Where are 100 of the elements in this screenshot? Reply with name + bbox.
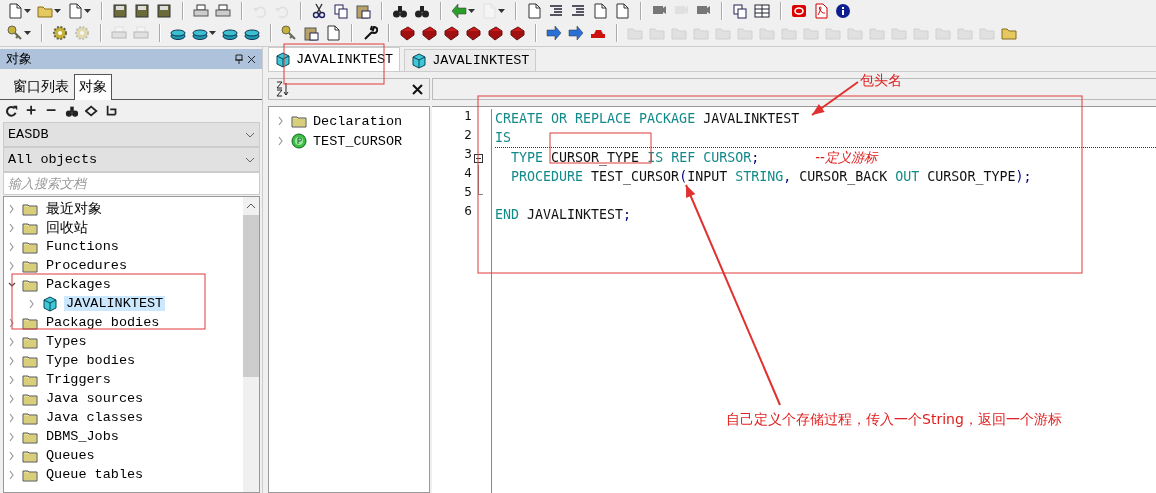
tree-item[interactable]: Types — [44, 334, 89, 349]
folder-icon — [737, 25, 753, 41]
tree-item[interactable]: Functions — [44, 239, 121, 254]
folder-icon — [22, 239, 38, 254]
panel-tab[interactable]: 窗口列表 — [8, 74, 74, 99]
key-button[interactable] — [6, 24, 32, 42]
pin-icon[interactable] — [235, 54, 243, 64]
folder-icon — [22, 258, 38, 273]
document-button[interactable] — [613, 2, 631, 20]
editor-tab[interactable]: JAVALINKTEST — [268, 47, 401, 71]
logo-button[interactable] — [790, 2, 808, 20]
grid-icon — [754, 3, 770, 19]
tree-item[interactable]: 回收站 — [44, 218, 90, 237]
cube-icon — [411, 52, 428, 69]
panel-tab[interactable]: 对象 — [74, 74, 112, 100]
document-button[interactable] — [66, 2, 92, 20]
expand-icon[interactable] — [8, 412, 16, 423]
refresh-icon[interactable] — [5, 104, 19, 118]
annotation-text: 自己定义个存储过程，传入一个String，返回一个游标 — [726, 411, 1062, 429]
editor-tab[interactable]: JAVALINKTEST — [404, 49, 537, 71]
folder-icon — [913, 25, 929, 41]
save-as-button[interactable] — [133, 2, 151, 20]
expand-icon[interactable] — [8, 374, 16, 385]
save-all-button[interactable] — [155, 2, 173, 20]
chevron-down-icon — [245, 156, 255, 163]
tree-item[interactable]: Queues — [44, 448, 97, 463]
fold-icon[interactable] — [474, 154, 483, 163]
expand-icon[interactable] — [8, 203, 16, 214]
folder-icon — [693, 25, 709, 41]
printer-icon — [111, 25, 127, 41]
expand-icon[interactable] — [8, 450, 16, 461]
document-icon — [614, 3, 630, 19]
arrow-button[interactable] — [567, 24, 585, 42]
windows-button[interactable] — [731, 2, 749, 20]
document-button[interactable] — [480, 2, 506, 20]
tree-item[interactable]: Package bodies — [44, 315, 162, 330]
outline-item[interactable]: TEST_CURSOR — [313, 133, 403, 149]
panel-title: 对象 — [6, 50, 33, 68]
outdent-icon — [570, 3, 586, 19]
grid-button[interactable] — [753, 2, 771, 20]
key-icon — [7, 25, 23, 41]
code-line: CREATE OR REPLACE PACKAGE JAVALINKTEST — [495, 110, 800, 128]
outline-item[interactable]: Declaration — [313, 113, 403, 129]
tree-item[interactable]: Type bodies — [44, 353, 138, 368]
arrow-button[interactable] — [545, 24, 563, 42]
pdf-button[interactable] — [812, 2, 830, 20]
tree-item[interactable]: Java classes — [44, 410, 146, 425]
caret-icon — [84, 9, 91, 13]
folder-icon — [825, 25, 841, 41]
search-field[interactable]: 输入搜索文档 — [3, 172, 260, 195]
tree-item[interactable]: Java sources — [44, 391, 146, 406]
expand-icon[interactable] — [8, 469, 16, 480]
copy-button[interactable] — [332, 2, 350, 20]
expand-icon[interactable] — [8, 393, 16, 404]
chevron-down-icon — [245, 131, 255, 138]
folder-icon — [22, 429, 38, 444]
expand-icon[interactable] — [28, 298, 36, 309]
binoculars-icon[interactable] — [65, 104, 79, 118]
line-number: 2 — [463, 128, 472, 144]
expand-icon[interactable] — [8, 336, 16, 347]
folder-icon — [671, 25, 687, 41]
tree-item[interactable]: DBMS_Jobs — [44, 429, 121, 444]
print-button[interactable] — [192, 2, 210, 20]
tree-item[interactable]: Triggers — [44, 372, 113, 387]
tree-item[interactable]: Packages — [44, 277, 113, 292]
paste-button[interactable] — [354, 2, 372, 20]
gear-button[interactable] — [51, 24, 69, 42]
tree-item[interactable]: JAVALINKTEST — [64, 296, 166, 311]
expand-icon[interactable] — [8, 355, 16, 366]
expand-icon[interactable] — [277, 136, 285, 146]
cut-button[interactable] — [310, 2, 328, 20]
expand-icon[interactable] — [8, 260, 16, 271]
filter-dropdown[interactable]: All objects — [3, 147, 260, 172]
printer-icon — [215, 3, 231, 19]
info-icon — [835, 3, 851, 19]
expand-icon[interactable] — [8, 431, 16, 442]
folder-icon — [22, 334, 38, 349]
info-button[interactable] — [834, 2, 852, 20]
save-button[interactable] — [111, 2, 129, 20]
code-comment: --定义游标 — [815, 149, 877, 167]
new-file-button[interactable] — [6, 2, 32, 20]
connection-dropdown[interactable]: EASDB — [3, 122, 260, 147]
tree-item[interactable]: Procedures — [44, 258, 129, 273]
tree-item[interactable]: 最近对象 — [44, 199, 104, 218]
folder-icon — [935, 25, 951, 41]
annotation-arrow — [811, 81, 859, 116]
document-icon — [481, 3, 497, 19]
printer-button[interactable] — [214, 2, 232, 20]
folder-icon — [22, 467, 38, 482]
document-button[interactable] — [591, 2, 609, 20]
sort-icon[interactable] — [275, 81, 289, 97]
folder-icon — [22, 448, 38, 463]
expand-icon[interactable] — [8, 241, 16, 252]
expand-icon[interactable] — [8, 222, 16, 233]
tree-item[interactable]: Queue tables — [44, 467, 146, 482]
close-icon[interactable] — [412, 83, 423, 95]
plus-icon[interactable] — [25, 104, 39, 118]
folder-icon — [22, 353, 38, 368]
close-icon[interactable] — [247, 54, 256, 64]
expand-icon[interactable] — [277, 116, 285, 126]
